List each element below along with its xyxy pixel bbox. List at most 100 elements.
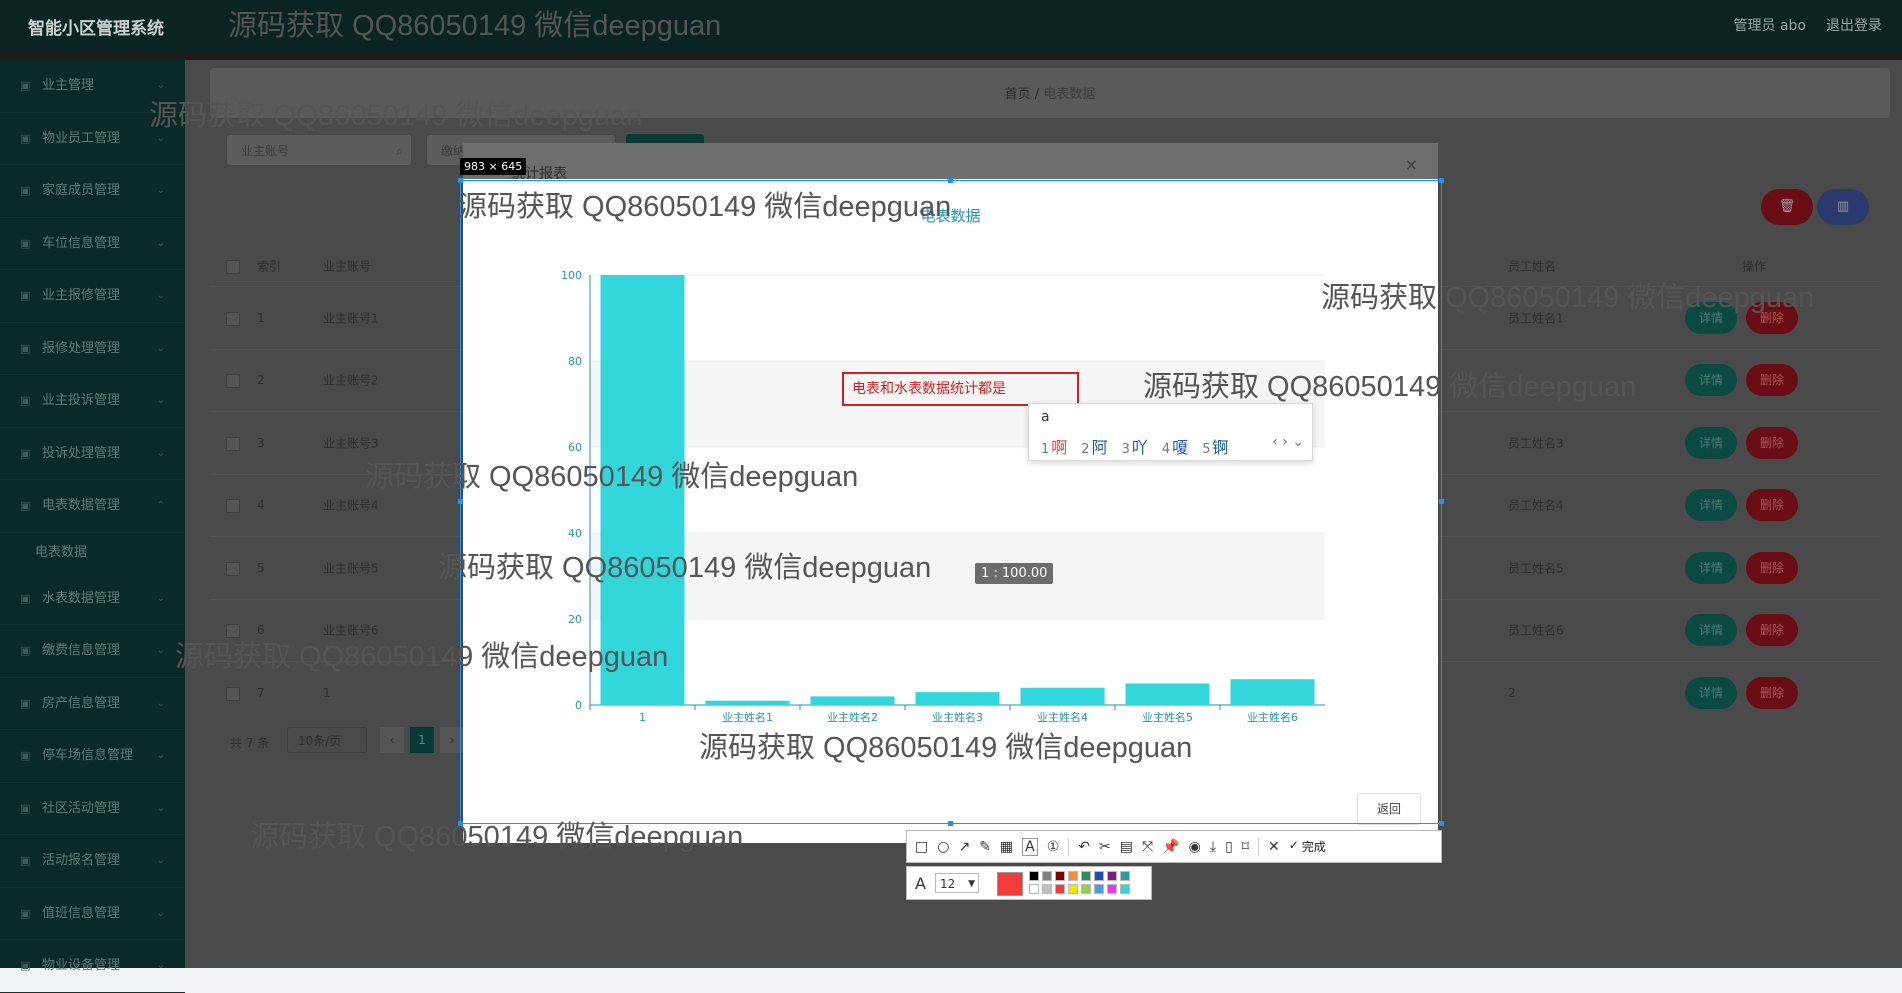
delete-button[interactable]: 删除	[1746, 364, 1798, 397]
sidebar-item-water[interactable]: ▣ 水表数据管理 ⌄	[0, 573, 185, 625]
color-swatch[interactable]	[1029, 884, 1039, 894]
rectangle-icon[interactable]: □	[915, 839, 928, 855]
color-swatch[interactable]	[1081, 884, 1091, 894]
select-all-checkbox[interactable]	[226, 260, 240, 274]
ellipse-icon[interactable]: ○	[937, 839, 949, 855]
color-swatch[interactable]	[1107, 884, 1117, 894]
annotation-text-box[interactable]: 电表和水表数据统计都是	[842, 372, 1079, 406]
report-button[interactable]: ▥	[1817, 189, 1869, 225]
ime-candidate[interactable]: 5锕	[1202, 434, 1228, 458]
ime-prev-icon[interactable]: ‹	[1272, 434, 1278, 450]
sidebar-item-repair-handling[interactable]: ▣ 报修处理管理 ⌄	[0, 323, 185, 375]
color-swatch[interactable]	[1029, 871, 1039, 881]
color-swatch[interactable]	[1094, 884, 1104, 894]
ime-next-icon[interactable]: ›	[1282, 434, 1288, 450]
watermark-text: 源码获取 QQ86050149 微信deepguan	[149, 100, 643, 132]
color-swatch[interactable]	[1120, 884, 1130, 894]
close-icon[interactable]: ×	[1405, 155, 1418, 174]
prev-page-button[interactable]: ‹	[380, 727, 404, 753]
detail-button[interactable]: 详情	[1685, 676, 1737, 709]
detail-button[interactable]: 详情	[1685, 614, 1737, 647]
resize-handle[interactable]	[1439, 178, 1444, 183]
sidebar-item-duty[interactable]: ▣ 值班信息管理 ⌄	[0, 888, 185, 940]
sidebar-item-complaint-handling[interactable]: ▣ 投诉处理管理 ⌄	[0, 428, 185, 480]
mosaic-icon[interactable]: ▦	[1000, 839, 1013, 855]
row-checkbox[interactable]	[226, 561, 240, 576]
menu-icon: ▣	[20, 131, 31, 145]
page-size-select[interactable]: 10条/页	[287, 727, 367, 753]
color-swatch[interactable]	[1094, 871, 1104, 881]
resize-handle[interactable]	[458, 499, 463, 504]
search-icon: ⌕	[396, 144, 403, 158]
delete-button[interactable]: 删除	[1746, 614, 1798, 647]
ime-candidate[interactable]: 1啊	[1041, 434, 1067, 458]
detail-button[interactable]: 详情	[1685, 364, 1737, 397]
text-icon[interactable]: A	[1022, 837, 1038, 856]
color-swatch[interactable]	[1042, 884, 1052, 894]
ime-candidate[interactable]: 2阿	[1081, 434, 1107, 458]
sidebar-item-family[interactable]: ▣ 家庭成员管理 ⌄	[0, 165, 185, 218]
done-button[interactable]: ✓ 完成	[1289, 838, 1326, 855]
delete-button[interactable]: 删除	[1746, 551, 1798, 584]
arrow-icon[interactable]: ↗	[958, 839, 970, 855]
scissors-icon[interactable]: ✂	[1099, 839, 1111, 855]
color-swatch[interactable]	[1042, 871, 1052, 881]
color-swatch[interactable]	[1055, 884, 1065, 894]
color-swatch[interactable]	[1068, 884, 1078, 894]
sidebar-item-parking-space[interactable]: ▣ 车位信息管理 ⌄	[0, 218, 185, 270]
resize-handle[interactable]	[948, 821, 953, 826]
current-page[interactable]: 1	[410, 727, 434, 753]
sidebar-subitem-electricity-data[interactable]: 电表数据	[0, 533, 185, 573]
sidebar-item-property[interactable]: ▣ 房产信息管理 ⌄	[0, 678, 185, 730]
sidebar-item-repair-request[interactable]: ▣ 业主报修管理 ⌄	[0, 270, 185, 323]
sidebar-item-payment[interactable]: ▣ 缴费信息管理 ⌄	[0, 625, 185, 678]
row-checkbox[interactable]	[226, 311, 240, 326]
detail-button[interactable]: 详情	[1685, 551, 1737, 584]
resize-handle[interactable]	[1439, 499, 1444, 504]
ime-candidate[interactable]: 3吖	[1122, 434, 1148, 458]
translate-icon[interactable]: ⤧	[1142, 839, 1153, 855]
bookmark-icon[interactable]: ⌑	[1242, 839, 1249, 855]
detail-button[interactable]: 详情	[1685, 426, 1737, 459]
color-swatch[interactable]	[1107, 871, 1117, 881]
color-swatch[interactable]	[1055, 871, 1065, 881]
delete-button[interactable]: 删除	[1746, 676, 1798, 709]
row-checkbox[interactable]	[226, 686, 240, 701]
chevron-down-icon: ⌄	[156, 802, 165, 814]
color-swatch[interactable]	[1120, 871, 1130, 881]
ime-candidate[interactable]: 4嗄	[1162, 434, 1188, 458]
phone-icon[interactable]: ▯	[1225, 839, 1233, 855]
sidebar-item-complaint[interactable]: ▣ 业主投诉管理 ⌄	[0, 375, 185, 428]
font-icon: A	[915, 874, 926, 893]
owner-search-input[interactable]: 业主账号 ⌕	[226, 134, 412, 166]
download-icon[interactable]: ⤓	[1210, 839, 1216, 855]
delete-button[interactable]: 删除	[1746, 489, 1798, 522]
row-checkbox[interactable]	[226, 499, 240, 514]
cancel-icon[interactable]: ✕	[1268, 839, 1280, 855]
pen-icon[interactable]: ✎	[979, 839, 991, 855]
sidebar-item-community-activity[interactable]: ▣ 社区活动管理 ⌄	[0, 783, 185, 835]
color-swatch[interactable]	[1081, 871, 1091, 881]
color-swatch[interactable]	[1068, 871, 1078, 881]
detail-button[interactable]: 详情	[1685, 489, 1737, 522]
row-checkbox[interactable]	[226, 436, 240, 451]
sidebar-item-parking-lot[interactable]: ▣ 停车场信息管理 ⌄	[0, 730, 185, 783]
ocr-icon[interactable]: ▤	[1120, 839, 1133, 855]
breadcrumb-home[interactable]: 首页	[1005, 87, 1031, 102]
sidebar-item-electricity[interactable]: ▣ 电表数据管理 ⌃	[0, 480, 185, 533]
undo-icon[interactable]: ↶	[1078, 839, 1090, 855]
ime-expand-icon[interactable]: ⌄	[1292, 434, 1304, 450]
column-header-index: 索引	[257, 259, 282, 274]
sidebar-item-equipment[interactable]: ▣ 物业设备管理 ⌄	[0, 940, 185, 993]
row-checkbox[interactable]	[226, 374, 240, 389]
current-color-swatch[interactable]	[997, 872, 1023, 896]
sidebar-item-activity-signup[interactable]: ▣ 活动报名管理 ⌄	[0, 835, 185, 888]
font-size-select[interactable]: 12 ▼	[935, 873, 979, 893]
batch-delete-button[interactable]: 🗑	[1761, 189, 1813, 225]
delete-button[interactable]: 删除	[1746, 426, 1798, 459]
resize-handle[interactable]	[1439, 821, 1444, 826]
number-marker-icon[interactable]: ①	[1047, 839, 1060, 855]
pin-icon[interactable]: 📌	[1162, 839, 1179, 855]
logout-link[interactable]: 退出登录	[1826, 15, 1882, 35]
record-icon[interactable]: ◉	[1189, 839, 1201, 855]
